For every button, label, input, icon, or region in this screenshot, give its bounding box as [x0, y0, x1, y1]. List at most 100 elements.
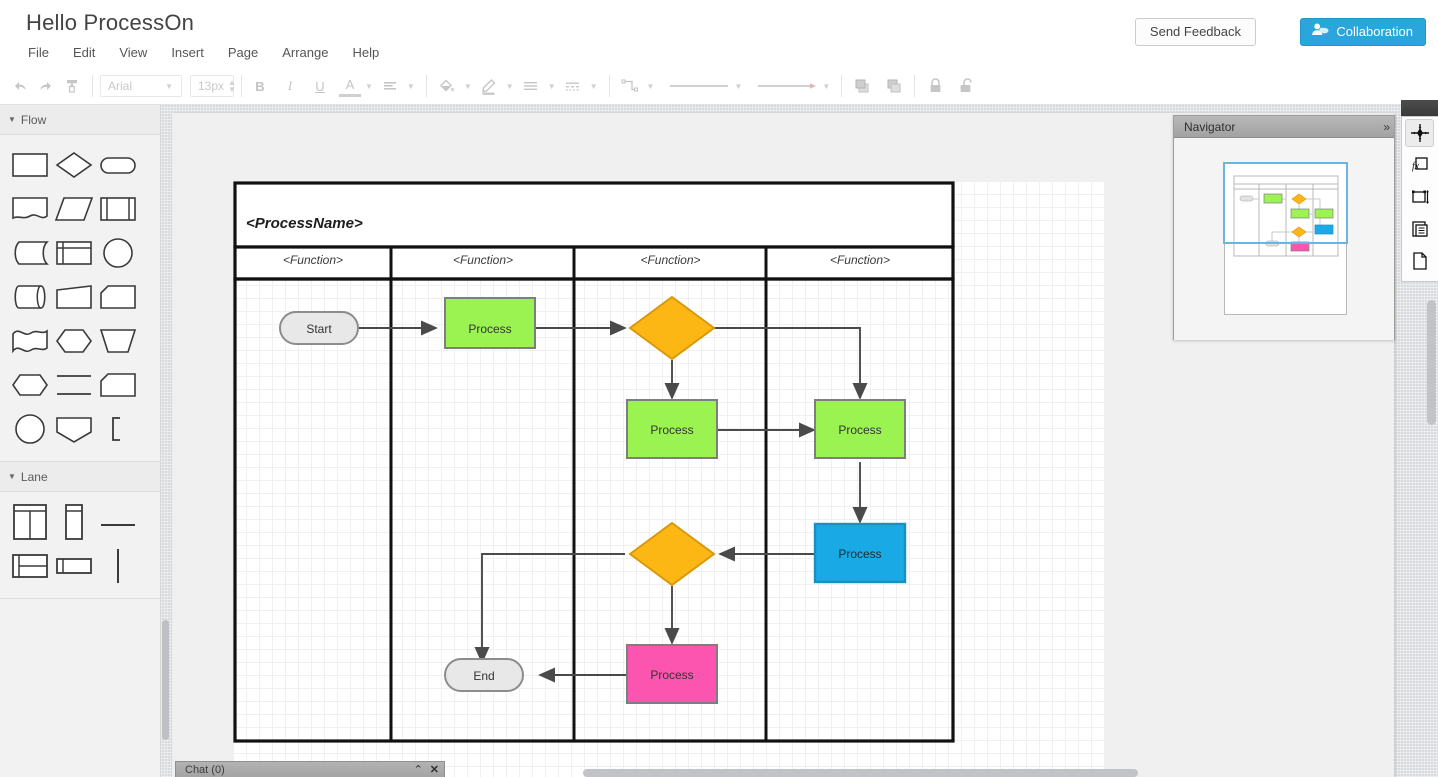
shape-stored-data[interactable] — [8, 231, 52, 275]
menu-file[interactable]: File — [26, 42, 61, 63]
connector-group: ▼ ▼ ▼ — [610, 73, 842, 99]
shape-predefined-process[interactable] — [96, 187, 140, 231]
chevron-down-icon[interactable]: ▼ — [818, 82, 834, 91]
line-begin-style[interactable] — [668, 81, 730, 91]
chat-bar[interactable]: Chat (0) ⌃ ✕ — [175, 761, 445, 777]
lock-open-icon[interactable] — [954, 73, 980, 99]
shape-rounded-rectangle[interactable] — [96, 143, 140, 187]
shape-lane-vertical-1[interactable] — [52, 500, 96, 544]
bring-to-front-icon[interactable] — [849, 73, 875, 99]
pen-icon[interactable] — [476, 73, 502, 99]
fill-bucket-icon[interactable] — [434, 73, 460, 99]
menu-help[interactable]: Help — [340, 42, 391, 63]
font-color-button[interactable]: A — [339, 75, 361, 97]
menu-arrange[interactable]: Arrange — [270, 42, 340, 63]
chevron-down-icon[interactable]: ▼ — [730, 82, 746, 91]
shape-hexagon[interactable] — [8, 363, 52, 407]
undo-icon[interactable] — [7, 73, 33, 99]
chevron-up-icon[interactable]: ⌃ — [414, 763, 423, 776]
horizontal-scrollbar-thumb[interactable] — [583, 769, 1138, 777]
shape-internal-storage[interactable] — [52, 231, 96, 275]
font-size-input[interactable]: 13px ▲▼ — [190, 75, 234, 97]
send-to-back-icon[interactable] — [881, 73, 907, 99]
chevron-down-icon: ▼ — [161, 82, 177, 91]
menu-edit[interactable]: Edit — [61, 42, 107, 63]
diagram-page[interactable]: Start Process Process Pr — [233, 181, 1105, 777]
italic-button[interactable]: I — [279, 75, 301, 97]
redo-icon[interactable] — [33, 73, 59, 99]
app-header: Hello ProcessOn File Edit View Insert Pa… — [0, 0, 1438, 68]
format-painter-icon[interactable] — [59, 73, 85, 99]
menu-insert[interactable]: Insert — [159, 42, 216, 63]
canvas-left-scroll-thumb[interactable] — [162, 620, 169, 740]
dash-style-icon[interactable] — [560, 73, 586, 99]
menu-page[interactable]: Page — [216, 42, 270, 63]
chevron-down-icon[interactable]: ▼ — [403, 82, 419, 91]
chevron-down-icon[interactable]: ▼ — [502, 82, 518, 91]
vertical-scrollbar-track[interactable] — [1426, 105, 1438, 777]
collaboration-button[interactable]: Collaboration — [1300, 18, 1426, 46]
diagram-canvas[interactable]: Start Process Process Pr — [233, 181, 1105, 761]
shape-pentagon-down[interactable] — [52, 407, 96, 451]
shape-parallelogram[interactable] — [52, 187, 96, 231]
shape-document[interactable] — [8, 187, 52, 231]
shape-hexagon-flat[interactable] — [52, 319, 96, 363]
lane-title-3[interactable]: <Function> — [576, 253, 765, 267]
shape-line-horizontal[interactable] — [96, 500, 140, 544]
stepper-icon[interactable]: ▲▼ — [224, 79, 240, 93]
double-chevron-right-icon[interactable]: » — [1383, 120, 1388, 134]
navigator-viewport-box[interactable] — [1223, 162, 1348, 244]
vertical-scrollbar-thumb[interactable] — [1427, 300, 1436, 425]
chevron-down-icon[interactable]: ▼ — [361, 82, 377, 91]
lane-title-4[interactable]: <Function> — [768, 253, 952, 267]
shape-rectangle[interactable] — [8, 143, 52, 187]
shape-section-flow-header[interactable]: ▼ Flow — [0, 105, 160, 135]
shape-note-corner[interactable] — [96, 363, 140, 407]
shape-trapezoid-right[interactable] — [52, 275, 96, 319]
shape-collate[interactable] — [52, 363, 96, 407]
svg-text:End: End — [473, 669, 494, 683]
svg-text:Process: Process — [838, 423, 881, 437]
chevron-down-icon[interactable]: ▼ — [460, 82, 476, 91]
menu-view[interactable]: View — [107, 42, 159, 63]
connector-icon[interactable] — [617, 73, 643, 99]
lock-closed-icon[interactable] — [922, 73, 948, 99]
shape-direct-data[interactable] — [8, 275, 52, 319]
node-process-4: Process — [815, 524, 905, 582]
shape-circle[interactable] — [96, 231, 140, 275]
node-start: Start — [280, 312, 358, 344]
underline-button[interactable]: U — [309, 75, 331, 97]
shape-pool-horizontal-2[interactable] — [8, 544, 52, 588]
node-process-3: Process — [815, 400, 905, 458]
line-style-icon[interactable] — [518, 73, 544, 99]
shape-wave[interactable] — [8, 319, 52, 363]
lane-title-1[interactable]: <Function> — [235, 253, 391, 267]
pool-title[interactable]: <ProcessName> — [246, 215, 363, 232]
navigator-header[interactable]: Navigator » — [1174, 116, 1394, 138]
shape-bracket-left[interactable] — [96, 407, 140, 451]
bold-button[interactable]: B — [249, 75, 271, 97]
shape-library-panel: ▼ Flow — [0, 105, 161, 777]
shape-card[interactable] — [96, 275, 140, 319]
shape-lane-horizontal-1[interactable] — [52, 544, 96, 588]
formatting-toolbar: Arial ▼ 13px ▲▼ B I U A ▼ — [0, 68, 1438, 105]
shape-pool-vertical-2[interactable] — [8, 500, 52, 544]
document-title[interactable]: Hello ProcessOn — [26, 10, 194, 36]
shape-ellipse[interactable] — [8, 407, 52, 451]
shape-diamond[interactable] — [52, 143, 96, 187]
line-end-style[interactable] — [756, 81, 818, 91]
align-left-icon[interactable] — [377, 73, 403, 99]
chevron-down-icon[interactable]: ▼ — [586, 82, 602, 91]
chevron-down-icon[interactable]: ▼ — [544, 82, 560, 91]
shape-line-vertical[interactable] — [96, 544, 140, 588]
chevron-down-icon[interactable]: ▼ — [643, 82, 659, 91]
shape-section-flow-title: Flow — [21, 113, 46, 127]
navigator-body[interactable] — [1174, 138, 1394, 340]
font-family-select[interactable]: Arial ▼ — [100, 75, 182, 97]
send-feedback-button[interactable]: Send Feedback — [1135, 18, 1256, 46]
lane-title-2[interactable]: <Function> — [393, 253, 573, 267]
shape-trapezoid-down[interactable] — [96, 319, 140, 363]
close-icon[interactable]: ✕ — [430, 763, 439, 776]
style-group: ▼ ▼ ▼ — [427, 73, 609, 99]
shape-section-lane-header[interactable]: ▼ Lane — [0, 462, 160, 492]
